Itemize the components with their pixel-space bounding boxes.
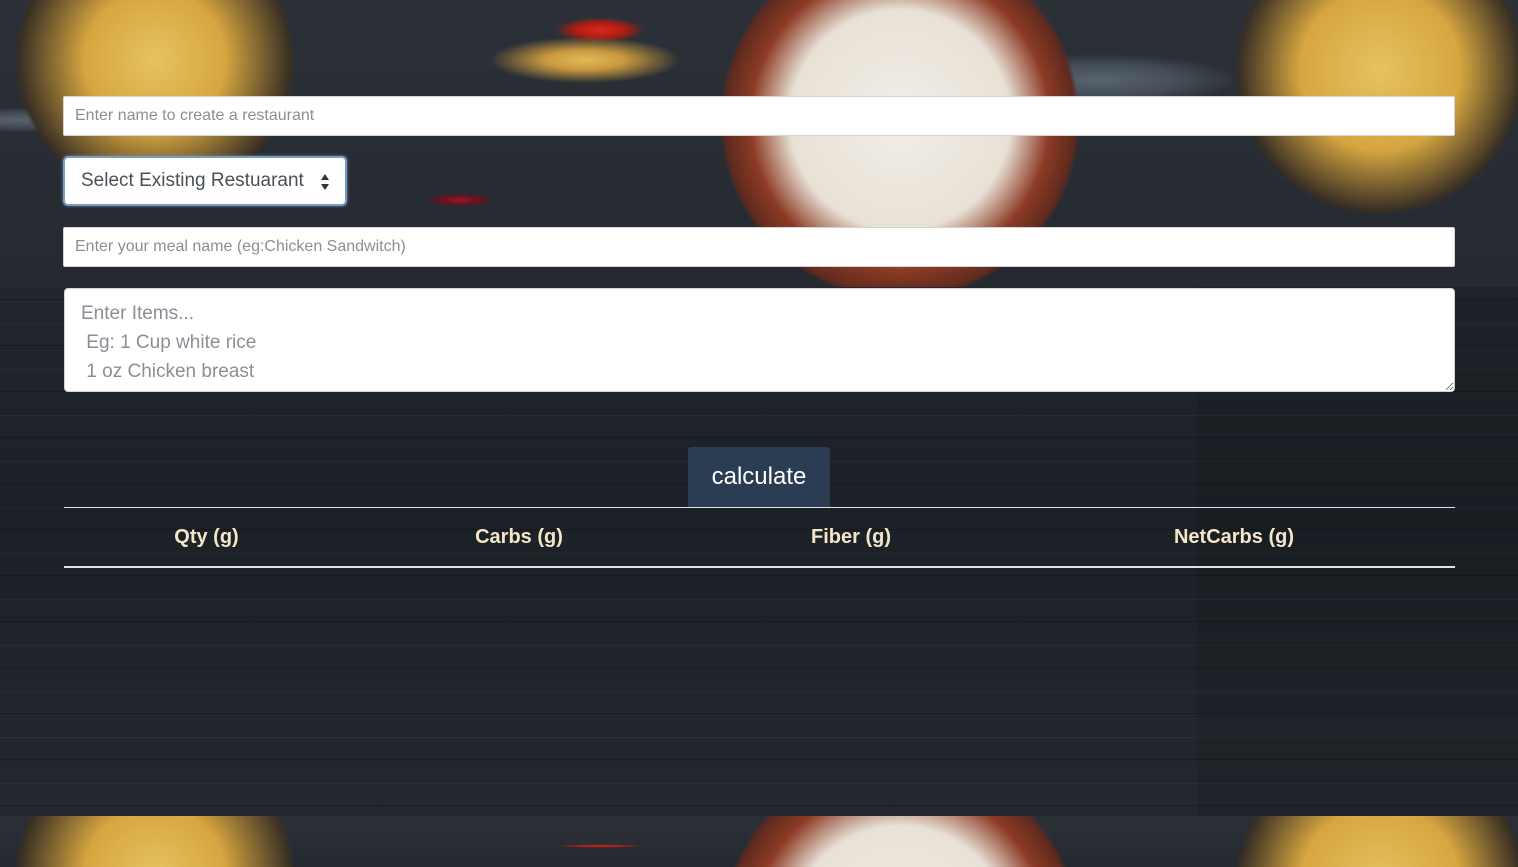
results-table: Qty (g) Carbs (g) Fiber (g) NetCarbs (g) [64,507,1455,568]
column-header-carbs: Carbs (g) [475,525,563,548]
items-textarea[interactable] [64,288,1455,392]
calculate-button[interactable]: calculate [688,447,830,507]
table-header-row: Qty (g) Carbs (g) Fiber (g) NetCarbs (g) [64,507,1455,567]
column-header-qty: Qty (g) [174,525,239,548]
restaurant-select[interactable]: Select Existing Restuarant [63,156,347,206]
calculate-row: calculate [688,447,830,507]
updown-arrows-icon [321,174,329,190]
restaurant-select-label: Select Existing Restuarant [81,170,304,191]
meal-name-input[interactable] [63,227,1455,267]
column-header-fiber: Fiber (g) [811,525,891,548]
column-header-netcarbs: NetCarbs (g) [1173,525,1294,548]
results-table-header: Qty (g) Carbs (g) Fiber (g) NetCarbs (g) [64,507,1455,567]
restaurant-name-input[interactable] [63,96,1455,136]
meal-form: Select Existing Restuarant [63,96,1455,392]
food-background-image-bottom [0,816,1518,867]
